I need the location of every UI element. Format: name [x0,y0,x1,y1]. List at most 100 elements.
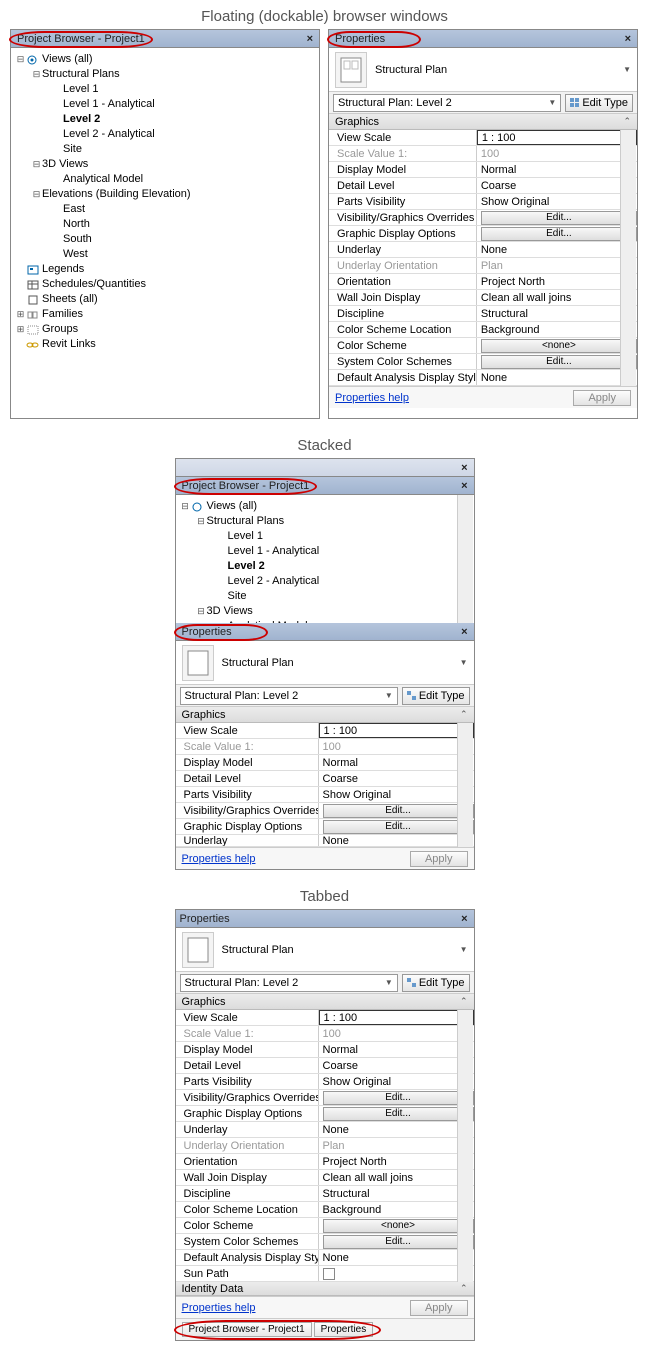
tree-analytical-model[interactable]: Analytical Model [15,172,315,187]
prop-display-options[interactable]: Graphic Display OptionsEdit... [176,1106,474,1122]
tree-level1[interactable]: Level 1 [180,529,470,544]
tree-level1-analytical[interactable]: Level 1 - Analytical [180,544,470,559]
edit-button[interactable]: Edit... [481,227,637,241]
edit-button[interactable]: Edit... [323,1107,474,1121]
tree-elevations[interactable]: ⊟Elevations (Building Elevation) [15,187,315,202]
prop-vg-overrides[interactable]: Visibility/Graphics OverridesEdit... [176,1090,474,1106]
tree-legends[interactable]: ·Legends [15,262,315,277]
type-selector-row[interactable]: Structural Plan ▼ [176,928,474,972]
close-icon[interactable]: × [459,913,469,925]
prop-display-model[interactable]: Display ModelNormal [329,162,637,178]
prop-parts-visibility[interactable]: Parts VisibilityShow Original [176,787,474,803]
tree-schedules[interactable]: ·Schedules/Quantities [15,277,315,292]
tree-level1-analytical[interactable]: Level 1 - Analytical [15,97,315,112]
apply-button[interactable]: Apply [410,851,468,867]
group-identity-header[interactable]: Identity Data⌃ [176,1282,474,1296]
prop-view-scale[interactable]: View Scale1 : 100 [329,130,637,146]
color-scheme-button[interactable]: <none> [323,1219,474,1233]
prop-color-loc[interactable]: Color Scheme LocationBackground [176,1202,474,1218]
tree-3d-views[interactable]: ⊟3D Views [180,604,470,619]
tree-root-views[interactable]: ⊟Views (all) [15,52,315,67]
project-browser-titlebar[interactable]: Project Browser - Project1 × [176,477,474,495]
prop-sys-color[interactable]: System Color SchemesEdit... [176,1234,474,1250]
type-selector-row[interactable]: Structural Plan ▼ [176,641,474,685]
prop-view-scale[interactable]: View Scale1 : 100 [176,1010,474,1026]
edit-button[interactable]: Edit... [481,211,637,225]
tree-root-views[interactable]: ⊟Views (all) [180,499,470,514]
properties-titlebar[interactable]: Properties × [176,910,474,928]
tree-level2-analytical[interactable]: Level 2 - Analytical [15,127,315,142]
properties-help-link[interactable]: Properties help [182,1302,256,1314]
close-icon[interactable]: × [459,480,469,492]
edit-button[interactable]: Edit... [481,355,637,369]
edit-button[interactable]: Edit... [323,1091,474,1105]
prop-discipline[interactable]: DisciplineStructural [329,306,637,322]
edit-type-button[interactable]: Edit Type [402,687,470,705]
project-tree[interactable]: ⊟Views (all) ⊟Structural Plans Level 1 L… [11,48,319,360]
tree-revit-links[interactable]: ·Revit Links [15,337,315,352]
prop-display-options[interactable]: Graphic Display OptionsEdit... [176,819,474,835]
tree-south[interactable]: South [15,232,315,247]
prop-parts-visibility[interactable]: Parts VisibilityShow Original [176,1074,474,1090]
edit-button[interactable]: Edit... [323,820,474,834]
tree-east[interactable]: East [15,202,315,217]
properties-titlebar[interactable]: Properties × [176,623,474,641]
tree-structural-plans[interactable]: ⊟Structural Plans [180,514,470,529]
prop-display-model[interactable]: Display ModelNormal [176,1042,474,1058]
group-graphics-header[interactable]: Graphics⌃ [176,994,474,1010]
tree-north[interactable]: North [15,217,315,232]
prop-underlay[interactable]: UnderlayNone [329,242,637,258]
prop-view-scale[interactable]: View Scale1 : 100 [176,723,474,739]
prop-display-model[interactable]: Display ModelNormal [176,755,474,771]
tree-3d-views[interactable]: ⊟3D Views [15,157,315,172]
close-icon[interactable]: × [623,33,633,45]
prop-color-scheme[interactable]: Color Scheme<none> [329,338,637,354]
prop-detail-level[interactable]: Detail LevelCoarse [329,178,637,194]
tree-groups[interactable]: ⊞Groups [15,322,315,337]
tab-project-browser[interactable]: Project Browser - Project1 [182,1322,312,1337]
tab-properties[interactable]: Properties [314,1322,374,1337]
tree-level1[interactable]: Level 1 [15,82,315,97]
instance-combo[interactable]: Structural Plan: Level 2▼ [333,94,561,112]
prop-vg-overrides[interactable]: Visibility/Graphics OverridesEdit... [329,210,637,226]
prop-vg-overrides[interactable]: Visibility/Graphics OverridesEdit... [176,803,474,819]
scrollbar[interactable] [457,495,473,623]
project-tree[interactable]: ⊟Views (all) ⊟Structural Plans Level 1 L… [176,495,474,623]
apply-button[interactable]: Apply [410,1300,468,1316]
prop-wall-join[interactable]: Wall Join DisplayClean all wall joins [329,290,637,306]
scrollbar[interactable] [457,1010,473,1282]
group-graphics-header[interactable]: Graphics⌃ [329,114,637,130]
prop-color-scheme[interactable]: Color Scheme<none> [176,1218,474,1234]
prop-orientation[interactable]: OrientationProject North [176,1154,474,1170]
prop-underlay[interactable]: UnderlayNone [176,1122,474,1138]
edit-button[interactable]: Edit... [323,1235,474,1249]
edit-type-button[interactable]: Edit Type [402,974,470,992]
chevron-down-icon[interactable]: ▼ [460,658,468,667]
edit-button[interactable]: Edit... [323,804,474,818]
color-scheme-button[interactable]: <none> [481,339,637,353]
tree-structural-plans[interactable]: ⊟Structural Plans [15,67,315,82]
tree-sheets[interactable]: ·Sheets (all) [15,292,315,307]
tree-site[interactable]: Site [15,142,315,157]
scrollbar[interactable] [620,130,636,386]
instance-combo[interactable]: Structural Plan: Level 2▼ [180,974,398,992]
chevron-down-icon[interactable]: ▼ [623,65,631,74]
scrollbar[interactable] [457,723,473,847]
tree-level2[interactable]: Level 2 [15,112,315,127]
prop-discipline[interactable]: DisciplineStructural [176,1186,474,1202]
close-icon[interactable]: × [305,33,315,45]
apply-button[interactable]: Apply [573,390,631,406]
prop-color-loc[interactable]: Color Scheme LocationBackground [329,322,637,338]
type-selector-row[interactable]: Structural Plan ▼ [329,48,637,92]
prop-analysis-style[interactable]: Default Analysis Display StyleNone [329,370,637,386]
prop-sun-path[interactable]: Sun Path [176,1266,474,1282]
tree-site[interactable]: Site [180,589,470,604]
tree-analytical-model[interactable]: Analytical Model [180,619,470,623]
edit-type-button[interactable]: Edit Type [565,94,633,112]
close-icon[interactable]: × [459,462,469,474]
tree-level2-analytical[interactable]: Level 2 - Analytical [180,574,470,589]
properties-help-link[interactable]: Properties help [182,853,256,865]
tree-families[interactable]: ⊞Families [15,307,315,322]
tree-west[interactable]: West [15,247,315,262]
project-browser-titlebar[interactable]: Project Browser - Project1 × [11,30,319,48]
